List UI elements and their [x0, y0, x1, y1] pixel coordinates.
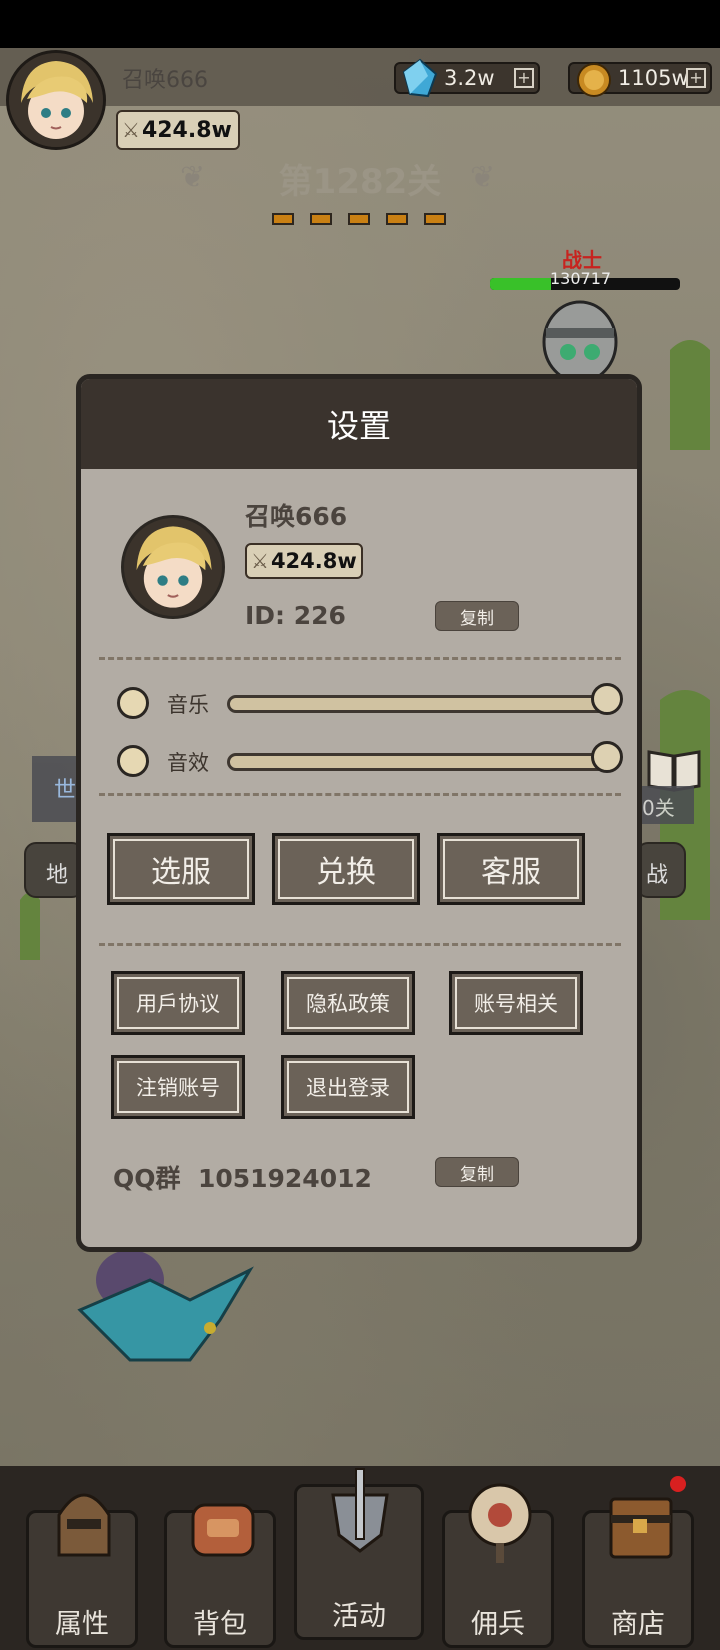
account-related-button[interactable]: 账号相关 [449, 971, 583, 1035]
privacy-policy-button[interactable]: 隐私政策 [281, 971, 415, 1035]
gem-currency: 3.2w + [394, 58, 540, 98]
world-chip-label: 世 [54, 778, 77, 803]
user-agreement-button[interactable]: 用戶协议 [111, 971, 245, 1035]
nav-backpack[interactable]: 背包 [164, 1503, 276, 1648]
coin-currency: 1105w + [568, 62, 712, 97]
qq-group: QQ群 1051924012 [113, 1159, 372, 1195]
nav-events[interactable]: 活动 [294, 1468, 424, 1640]
sfx-label: 音效 [167, 751, 209, 775]
modal-power-badge: ⚔ 424.8w [245, 543, 363, 579]
customer-service-button[interactable]: 客服 [437, 833, 585, 905]
copy-qq-button[interactable]: 复制 [435, 1157, 519, 1187]
music-label: 音乐 [167, 693, 209, 717]
sfx-toggle[interactable] [117, 745, 149, 777]
delete-account-button[interactable]: 注销账号 [111, 1055, 245, 1119]
enemy-hp-value: 130717 [550, 269, 612, 288]
copy-id-button[interactable]: 复制 [435, 601, 519, 631]
right-info-chip: 0关 [636, 786, 694, 824]
divider [99, 793, 621, 796]
nav-attributes-label: 属性 [55, 1609, 109, 1640]
modal-player-avatar [121, 515, 225, 619]
enemy-hp-fill [490, 278, 551, 290]
redeem-label: 兑换 [278, 839, 414, 899]
nav-attributes[interactable]: 属性 [26, 1493, 138, 1648]
chest-icon [609, 1497, 673, 1559]
divider [99, 657, 621, 660]
shop-notification-dot [670, 1476, 686, 1492]
user-agreement-label: 用戶协议 [117, 977, 239, 1029]
redeem-button[interactable]: 兑换 [272, 833, 420, 905]
stage-progress [272, 213, 446, 225]
stage-title: 第1282关 [278, 162, 442, 202]
settings-header: 设置 [81, 379, 637, 469]
privacy-policy-label: 隐私政策 [287, 977, 409, 1029]
sfx-slider-handle[interactable] [591, 741, 623, 773]
customer-service-label: 客服 [443, 839, 579, 899]
target-icon [468, 1483, 532, 1563]
gem-amount: 3.2w [444, 66, 495, 90]
music-slider-handle[interactable] [591, 683, 623, 715]
crossed-swords-icon: ⚔ [251, 549, 269, 573]
battle-button[interactable]: 战 [636, 842, 686, 898]
music-slider-track[interactable] [227, 695, 607, 713]
sfx-setting: 音效 [117, 741, 623, 781]
qq-group-number: 1051924012 [197, 1164, 372, 1193]
ornament-right-icon: ❦ [470, 160, 496, 195]
combat-power-value: 424.8w [141, 117, 232, 143]
music-toggle[interactable] [117, 687, 149, 719]
nav-shop-label: 商店 [611, 1609, 665, 1640]
modal-power-value: 424.8w [270, 549, 357, 573]
account-related-label: 账号相关 [455, 977, 577, 1029]
settings-title: 设置 [326, 407, 391, 445]
delete-account-label: 注销账号 [117, 1061, 239, 1113]
backpack-icon [191, 1503, 255, 1557]
nav-events-label: 活动 [332, 1601, 386, 1632]
player-id: ID: 226 [245, 601, 346, 630]
select-server-button[interactable]: 选服 [107, 833, 255, 905]
coin-amount: 1105w [618, 66, 689, 90]
player-name: 召唤666 [122, 68, 208, 93]
gem-icon [402, 58, 438, 98]
qq-group-label: QQ群 [113, 1164, 181, 1193]
sfx-slider-track[interactable] [227, 753, 607, 771]
music-setting: 音乐 [117, 683, 623, 723]
settings-modal: 设置 召唤666 ⚔ 424.8w ID: 226 复制 音乐 音效 选服 兑换 [76, 374, 642, 1252]
logout-button[interactable]: 退出登录 [281, 1055, 415, 1119]
nav-shop[interactable]: 商店 [582, 1497, 694, 1648]
combat-power-badge: ⚔ 424.8w [116, 110, 240, 150]
modal-player-name: 召唤666 [245, 502, 348, 531]
crossed-swords-icon: ⚔ [122, 118, 140, 142]
sword-shield-icon [331, 1468, 389, 1553]
divider [99, 943, 621, 946]
nav-mercenary-label: 佣兵 [471, 1609, 525, 1640]
nav-mercenary[interactable]: 佣兵 [442, 1483, 554, 1648]
helmet-icon [57, 1493, 111, 1557]
player-avatar[interactable] [6, 50, 106, 150]
nav-backpack-label: 背包 [193, 1609, 247, 1640]
add-gems-button[interactable]: + [514, 68, 534, 88]
add-coins-button[interactable]: + [686, 68, 706, 88]
select-server-label: 选服 [113, 839, 249, 899]
coin-icon [577, 63, 611, 97]
logout-label: 退出登录 [287, 1061, 409, 1113]
land-button[interactable]: 地 [24, 842, 84, 898]
